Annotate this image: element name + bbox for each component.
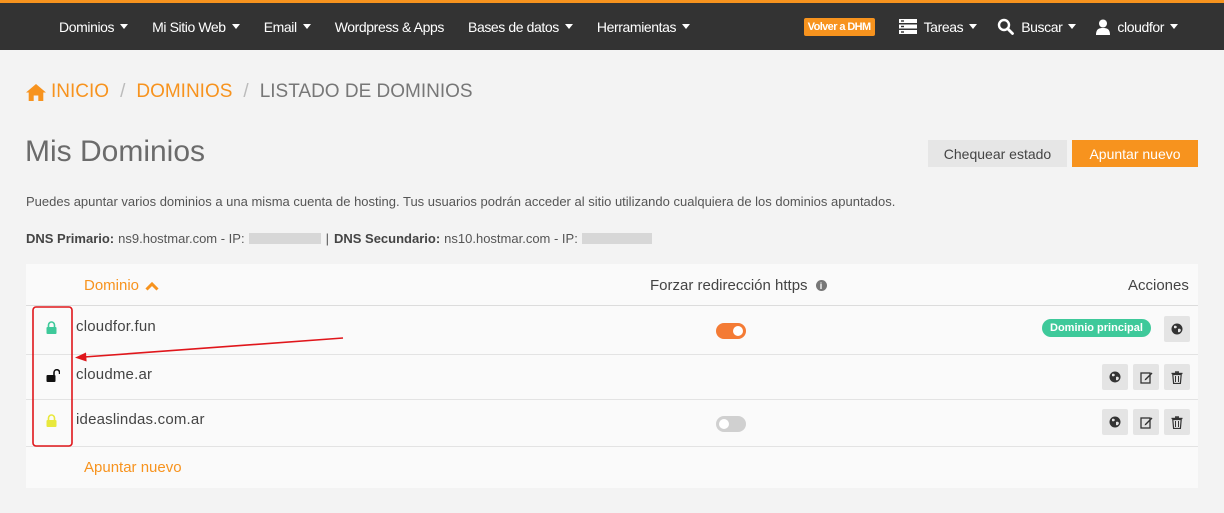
nav-right: Volver a DHM Tareas Buscar cloudfor	[803, 3, 1188, 50]
caret-down-icon	[1170, 24, 1178, 29]
https-redirect-toggle[interactable]	[716, 323, 746, 339]
dns-secondary-label: DNS Secundario:	[333, 231, 441, 246]
sort-ascending-icon	[145, 281, 159, 291]
breadcrumb-separator: /	[243, 81, 249, 102]
main-menu: Dominios Mi Sitio Web Email Wordpress & …	[47, 19, 702, 35]
table-row: cloudfor.fun Dominio principal	[26, 306, 1198, 354]
column-header-domain-label: Dominio	[84, 277, 140, 294]
breadcrumb-home-label: INICIO	[51, 81, 110, 102]
check-status-button[interactable]: Chequear estado	[928, 140, 1067, 167]
breadcrumb-separator: /	[120, 81, 126, 102]
column-header-actions: Acciones	[1128, 277, 1189, 294]
nav-email-label: Email	[263, 18, 297, 35]
home-icon	[26, 83, 46, 101]
primary-domain-badge: Dominio principal	[1042, 319, 1151, 337]
breadcrumb-home[interactable]: INICIO	[26, 81, 109, 103]
add-domain-button[interactable]: Apuntar nuevo	[1072, 140, 1198, 167]
edit-button[interactable]	[1133, 364, 1159, 390]
view-site-button[interactable]	[1102, 364, 1128, 390]
toggle-knob	[719, 419, 729, 429]
breadcrumb: INICIO / DOMINIOS / LISTADO DE DOMINIOS	[26, 81, 473, 103]
dns-primary-value: ns9.hostmar.com - IP:	[118, 231, 245, 246]
breadcrumb-current: LISTADO DE DOMINIOS	[259, 81, 473, 102]
lock-icon	[46, 321, 57, 334]
nav-buscar-label: Buscar	[1021, 18, 1063, 35]
table-row: ideaslindas.com.ar	[26, 400, 1198, 446]
caret-down-icon	[1068, 24, 1077, 29]
nav-tareas[interactable]: Tareas	[889, 19, 988, 35]
nav-herramientas-label: Herramientas	[596, 18, 677, 35]
nav-buscar[interactable]: Buscar	[987, 18, 1086, 35]
view-site-button[interactable]	[1102, 409, 1128, 435]
domain-name: cloudfor.fun	[76, 318, 156, 335]
nav-mi-sitio-web-label: Mi Sitio Web	[152, 18, 226, 35]
globe-icon	[1171, 323, 1183, 335]
column-header-domain[interactable]: Dominio	[84, 277, 159, 294]
nav-herramientas[interactable]: Herramientas	[585, 19, 702, 35]
column-header-redirect-label: Forzar redirección https	[650, 277, 808, 294]
nav-wordpress-apps[interactable]: Wordpress & Apps	[323, 19, 456, 35]
domains-table: Dominio Forzar redirección https i Accio…	[26, 264, 1198, 488]
row-divider	[26, 446, 1198, 447]
edit-icon	[1139, 416, 1152, 429]
trash-icon	[1171, 415, 1183, 429]
server-icon	[898, 19, 917, 34]
table-row: cloudme.ar	[26, 355, 1198, 399]
nav-user[interactable]: cloudfor	[1086, 19, 1188, 35]
ip-redacted	[581, 233, 652, 244]
dns-info: DNS Primario: ns9.hostmar.com - IP: | DN…	[26, 231, 657, 246]
page-title: Mis Dominios	[25, 135, 206, 168]
info-icon[interactable]: i	[815, 280, 827, 291]
globe-icon	[1109, 416, 1121, 428]
nav-email[interactable]: Email	[252, 19, 323, 35]
edit-button[interactable]	[1133, 409, 1159, 435]
unlocked-icon	[46, 369, 60, 382]
page-description: Puedes apuntar varios dominios a una mis…	[26, 194, 896, 209]
user-icon	[1096, 19, 1111, 35]
caret-down-icon	[120, 24, 129, 29]
nav-dominios-label: Dominios	[59, 18, 115, 35]
https-redirect-toggle[interactable]	[716, 416, 746, 432]
search-icon	[997, 18, 1015, 35]
trash-icon	[1171, 370, 1183, 384]
globe-icon	[1109, 371, 1121, 383]
dns-separator: |	[325, 231, 329, 246]
nav-mi-sitio-web[interactable]: Mi Sitio Web	[140, 19, 252, 35]
ip-redacted	[248, 233, 321, 244]
breadcrumb-dominios[interactable]: DOMINIOS	[136, 81, 232, 103]
column-header-redirect: Forzar redirección https i	[650, 277, 827, 294]
add-domain-link[interactable]: Apuntar nuevo	[84, 459, 182, 476]
nav-dominios[interactable]: Dominios	[47, 19, 140, 35]
domain-name: cloudme.ar	[76, 366, 153, 383]
lock-icon	[46, 414, 57, 427]
caret-down-icon	[302, 24, 311, 29]
nav-tareas-label: Tareas	[923, 18, 964, 35]
toggle-knob	[733, 326, 743, 336]
delete-button[interactable]	[1164, 409, 1190, 435]
nav-wordpress-apps-label: Wordpress & Apps	[334, 18, 445, 35]
caret-down-icon	[969, 24, 978, 29]
caret-down-icon	[231, 24, 240, 29]
nav-user-label: cloudfor	[1117, 18, 1164, 35]
volver-dhm-button[interactable]: Volver a DHM	[803, 17, 875, 36]
top-navbar: Dominios Mi Sitio Web Email Wordpress & …	[0, 0, 1224, 50]
caret-down-icon	[682, 24, 691, 29]
nav-bases-de-datos[interactable]: Bases de datos	[456, 19, 585, 35]
nav-bases-de-datos-label: Bases de datos	[468, 18, 559, 35]
view-site-button[interactable]	[1164, 316, 1190, 342]
edit-icon	[1139, 371, 1152, 384]
domain-name: ideaslindas.com.ar	[76, 411, 205, 428]
dns-secondary-value: ns10.hostmar.com - IP:	[444, 231, 578, 246]
dns-primary-label: DNS Primario:	[26, 231, 115, 246]
caret-down-icon	[564, 24, 573, 29]
delete-button[interactable]	[1164, 364, 1190, 390]
